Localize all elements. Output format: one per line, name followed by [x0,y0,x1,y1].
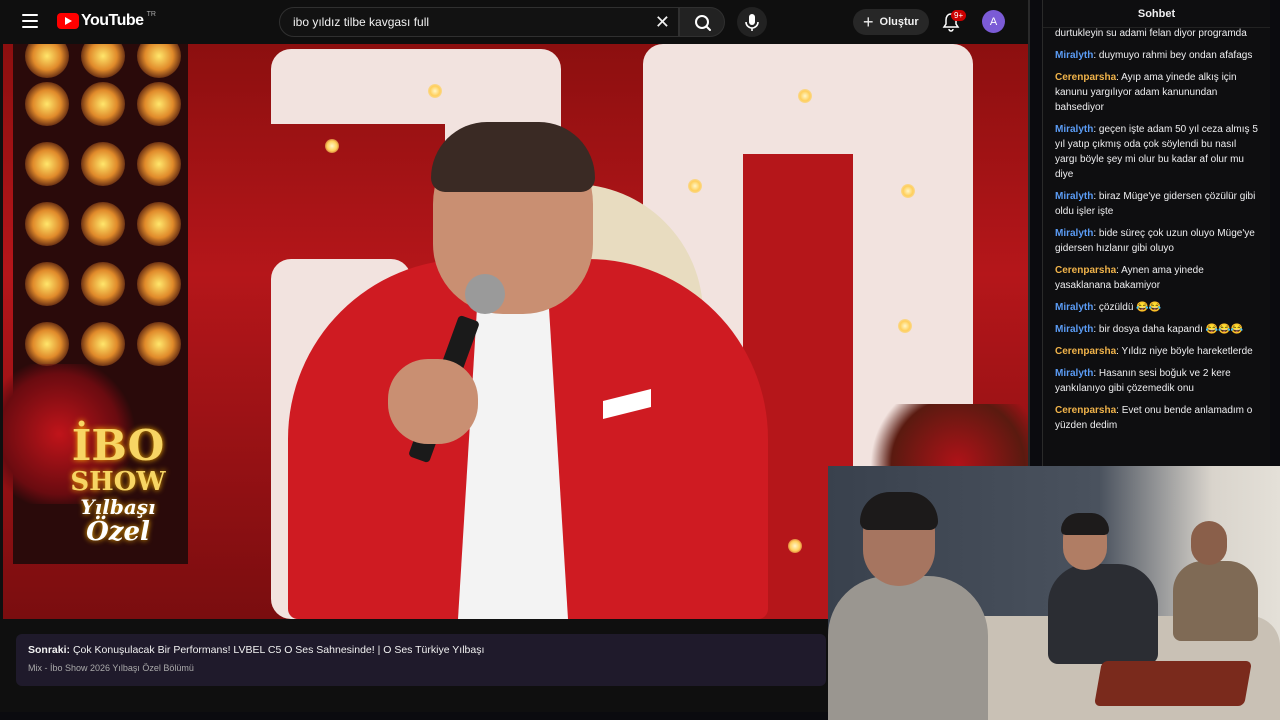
avatar[interactable]: A [982,10,1005,33]
chat-message: Miralyth: bide süreç çok uzun oluyo Müge… [1055,226,1258,256]
stage-bulb [81,44,125,78]
notification-badge: 9+ [951,10,967,21]
marquee-bulb [325,139,339,153]
create-button[interactable]: + Oluştur [853,9,929,35]
search-icon [695,15,711,31]
stage-bulb [25,202,69,246]
stage-bulb [81,322,125,366]
streamer-left [828,492,988,720]
chat-message: Miralyth: geçen işte adam 50 yıl ceza al… [1055,122,1258,182]
stage-bulb [81,142,125,186]
handheld-mic-head [465,274,505,314]
coffee-table [1094,661,1252,706]
chat-username[interactable]: Miralyth [1055,50,1093,61]
show-logo: İBO SHOW Yılbaşı Özel [63,421,173,547]
show-logo-line: Yılbaşı [80,495,156,519]
marquee-bulb [898,319,912,333]
chat-username[interactable]: Miralyth [1055,302,1093,313]
stage-bulb [137,202,181,246]
youtube-logo-text: YouTube [81,12,144,29]
marquee-bulb [428,84,442,98]
chat-text: Yıldız niye böyle hareketlerde [1121,346,1253,357]
webcam-overlay [828,466,1280,720]
search-input[interactable]: ibo yıldız tilbe kavgası full ✕ [279,7,679,37]
microphone-icon [745,14,759,31]
show-logo-line: İBO [71,421,165,470]
chat-username[interactable]: Miralyth [1055,191,1093,202]
chat-username[interactable]: Cerenparsha [1055,265,1116,276]
marquee-bulb [688,179,702,193]
stage-bulb [137,82,181,126]
up-next-card[interactable]: Sonraki: Çok Konuşulacak Bir Performans!… [16,634,826,686]
chat-username[interactable]: Miralyth [1055,124,1093,135]
chat-text: durtukleyin su adami felan diyor program… [1055,28,1247,39]
voice-search-button[interactable] [737,7,767,37]
region-code: TR [146,10,156,18]
chat-message: Miralyth: bir dosya daha kapandı 😂😂😂 [1055,322,1258,337]
stage-bulb [137,322,181,366]
streamer-body [828,576,988,720]
stage-bulb [25,44,69,78]
show-logo-line: Özel [86,517,150,547]
youtube-topbar: YouTube TR ibo yıldız tilbe kavgası full… [0,0,1028,44]
streamer-hair [1061,513,1109,535]
marquee-bulb [788,539,802,553]
chat-text: bir dosya daha kapandı 😂😂😂 [1098,324,1244,335]
chat-text: çözüldü 😂😂 [1098,302,1162,313]
chat-message: Cerenparsha: Yıldız niye böyle hareketle… [1055,344,1258,359]
streamer-body [1173,561,1258,641]
marquee-bulb [798,89,812,103]
youtube-logo-icon [57,13,79,29]
chat-username[interactable]: Miralyth [1055,228,1093,239]
chat-username[interactable]: Cerenparsha [1055,405,1116,416]
host-hair [431,122,595,192]
create-label: Oluştur [879,16,919,28]
stage-bulb [25,262,69,306]
chat-username[interactable]: Cerenparsha [1055,72,1116,83]
chat-message: Cerenparsha: Aynen ama yinede yasaklanan… [1055,263,1258,293]
chat-message: Miralyth: duymuyo rahmi bey ondan afafag… [1055,48,1258,63]
chat-username[interactable]: Miralyth [1055,368,1093,379]
streamer-hair [860,492,938,530]
chat-message: Miralyth: Hasanın sesi boğuk ve 2 kere y… [1055,366,1258,396]
menu-icon[interactable] [22,14,38,28]
chat-message: durtukleyin su adami felan diyor program… [1055,26,1258,41]
stage-bulb [137,44,181,78]
chat-title: Sohbet [1043,0,1270,28]
chat-message: Miralyth: biraz Müge'ye gidersen çözülür… [1055,189,1258,219]
stage-bulb [25,322,69,366]
streamer-body [1048,564,1158,664]
screen: YouTube TR ibo yıldız tilbe kavgası full… [0,0,1280,720]
stage-bulb [137,262,181,306]
host-hand [388,359,478,444]
stage-bulb [137,142,181,186]
up-next-subtitle: Mix - İbo Show 2026 Yılbaşı Özel Bölümü [28,663,194,673]
search-query: ibo yıldız tilbe kavgası full [293,15,430,29]
chat-panel: Sohbet durtukleyin su adami felan diyor … [1042,0,1270,466]
up-next-title-line: Sonraki: Çok Konuşulacak Bir Performans!… [28,644,814,656]
chat-message: Cerenparsha: Ayıp ama yinede alkış için … [1055,70,1258,115]
chat-message: Cerenparsha: Evet onu bende anlamadım o … [1055,403,1258,433]
streamer-right [1173,521,1263,671]
chat-username[interactable]: Miralyth [1055,324,1093,335]
stage-bulb [81,262,125,306]
chat-messages: durtukleyin su adami felan diyor program… [1043,28,1270,433]
youtube-logo[interactable]: YouTube TR [57,10,156,30]
stage-bulb [81,202,125,246]
stage-bulb [25,142,69,186]
marquee-bulb [901,184,915,198]
search-button[interactable] [679,7,725,37]
chat-username[interactable]: Cerenparsha [1055,346,1116,357]
clear-search-icon[interactable]: ✕ [655,13,670,31]
show-logo-line: SHOW [70,467,166,497]
stage-bulb [25,82,69,126]
plus-icon: + [863,12,874,32]
stage-bulb [81,82,125,126]
streamer-head [1191,521,1227,565]
chat-message: Miralyth: çözüldü 😂😂 [1055,300,1258,315]
up-next-prefix: Sonraki: [28,644,71,656]
up-next-title: Çok Konuşulacak Bir Performans! LVBEL C5… [72,644,485,656]
chat-text: duymuyo rahmi bey ondan afafags [1098,50,1253,61]
